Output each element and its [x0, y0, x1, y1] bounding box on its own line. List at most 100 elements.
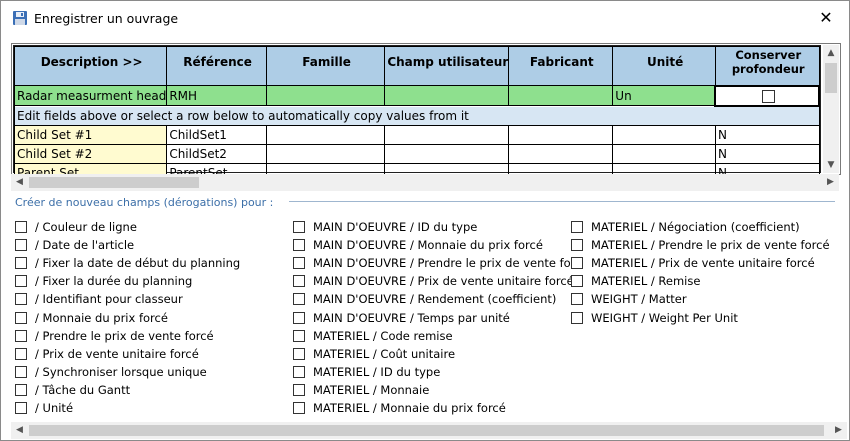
option-checkbox[interactable]: [571, 221, 583, 234]
col-header-reference[interactable]: Référence: [166, 46, 267, 86]
option-checkbox[interactable]: [571, 275, 583, 288]
option-checkbox[interactable]: [293, 383, 305, 396]
grid-vertical-scrollbar[interactable]: ▲ ▼: [823, 45, 839, 173]
option-checkbox[interactable]: [293, 293, 305, 306]
option-mat-monnaie-prix-force[interactable]: MATERIEL / Monnaie du prix forcé: [289, 399, 574, 417]
option-mo-rendement[interactable]: MAIN D'OEUVRE / Rendement (coefficient): [289, 290, 574, 308]
option-checkbox[interactable]: [571, 311, 583, 324]
option-weight-matter[interactable]: WEIGHT / Matter: [567, 290, 830, 308]
row-famille[interactable]: [265, 124, 386, 145]
row-champ[interactable]: [384, 143, 510, 164]
option-checkbox[interactable]: [293, 239, 305, 252]
option-mo-monnaie-prix-force[interactable]: MAIN D'OEUVRE / Monnaie du prix forcé: [289, 236, 574, 254]
row-unite[interactable]: [612, 124, 716, 145]
scroll-left-icon[interactable]: ◀: [11, 422, 28, 439]
option-mat-monnaie[interactable]: MATERIEL / Monnaie: [289, 381, 574, 399]
grid-hscroll-thumb[interactable]: [29, 177, 199, 188]
edit-fabricant-cell[interactable]: [508, 85, 614, 106]
option-mo-prix-vente-unitaire[interactable]: MAIN D'OEUVRE / Prix de vente unitaire f…: [289, 272, 574, 290]
conserver-checkbox[interactable]: [761, 89, 775, 103]
col-header-description[interactable]: Description >>: [13, 46, 168, 86]
row-description[interactable]: Child Set #2: [13, 143, 168, 164]
option-checkbox[interactable]: [15, 275, 27, 288]
scroll-right-icon[interactable]: ▶: [830, 422, 847, 439]
scroll-up-icon[interactable]: ▲: [823, 45, 839, 61]
row-fabricant[interactable]: [508, 124, 614, 145]
option-mat-cout-unitaire[interactable]: MATERIEL / Coût unitaire: [289, 345, 574, 363]
option-checkbox[interactable]: [293, 347, 305, 360]
option-checkbox[interactable]: [571, 257, 583, 270]
option-mat-remise[interactable]: MATERIEL / Remise: [567, 272, 830, 290]
option-checkbox[interactable]: [15, 329, 27, 342]
option-checkbox[interactable]: [15, 293, 27, 306]
options-horizontal-scrollbar[interactable]: ◀ ▶: [11, 422, 847, 439]
option-checkbox[interactable]: [293, 257, 305, 270]
option-checkbox[interactable]: [293, 401, 305, 414]
option-checkbox[interactable]: [293, 275, 305, 288]
col-header-conserver-profondeur[interactable]: Conserver profondeur: [714, 46, 820, 86]
edit-famille-cell[interactable]: [265, 85, 386, 106]
option-unite[interactable]: / Unité: [11, 399, 240, 417]
edit-champ-cell[interactable]: [384, 85, 510, 106]
row-conserver[interactable]: N: [714, 124, 820, 145]
row-fabricant[interactable]: [508, 143, 614, 164]
option-checkbox[interactable]: [293, 329, 305, 342]
row-champ[interactable]: [384, 124, 510, 145]
option-checkbox[interactable]: [15, 347, 27, 360]
row-reference[interactable]: ChildSet2: [166, 143, 267, 164]
option-checkbox[interactable]: [571, 239, 583, 252]
option-checkbox[interactable]: [15, 239, 27, 252]
option-checkbox[interactable]: [15, 311, 27, 324]
scroll-left-icon[interactable]: ◀: [11, 174, 28, 191]
option-checkbox[interactable]: [15, 257, 27, 270]
option-checkbox[interactable]: [15, 221, 27, 234]
option-checkbox[interactable]: [15, 365, 27, 378]
option-mat-id-type[interactable]: MATERIEL / ID du type: [289, 363, 574, 381]
option-fixer-duree[interactable]: / Fixer la durée du planning: [11, 272, 240, 290]
option-mo-prendre-prix-vente[interactable]: MAIN D'OEUVRE / Prendre le prix de vente…: [289, 254, 570, 272]
close-button[interactable]: ✕: [803, 1, 849, 35]
option-date-article[interactable]: / Date de l'article: [11, 236, 240, 254]
grid-horizontal-scrollbar[interactable]: ◀ ▶: [11, 174, 839, 191]
row-unite[interactable]: [612, 143, 716, 164]
edit-reference-cell[interactable]: RMH: [166, 85, 267, 106]
edit-unite-cell[interactable]: Un: [612, 85, 716, 106]
option-checkbox[interactable]: [293, 221, 305, 234]
col-header-fabricant[interactable]: Fabricant: [508, 46, 614, 86]
row-description[interactable]: Child Set #1: [13, 124, 168, 145]
col-header-champ-utilisateur[interactable]: Champ utilisateur: [384, 46, 510, 86]
option-couleur-de-ligne[interactable]: / Couleur de ligne: [11, 218, 240, 236]
table-row[interactable]: Child Set #1 ChildSet1 N: [13, 124, 820, 145]
option-prendre-prix-vente-force[interactable]: / Prendre le prix de vente forcé: [11, 327, 240, 345]
option-mat-prix-vente-unitaire[interactable]: MATERIEL / Prix de vente unitaire forcé: [567, 254, 830, 272]
option-checkbox[interactable]: [571, 293, 583, 306]
options-hscroll-thumb[interactable]: [29, 425, 824, 436]
option-checkbox[interactable]: [15, 401, 27, 414]
table-row[interactable]: Child Set #2 ChildSet2 N: [13, 143, 820, 164]
grid-vscroll-thumb[interactable]: [825, 63, 837, 93]
row-reference[interactable]: ChildSet1: [166, 124, 267, 145]
option-prix-vente-unitaire-force[interactable]: / Prix de vente unitaire forcé: [11, 345, 240, 363]
option-mat-prendre-prix-vente[interactable]: MATERIEL / Prendre le prix de vente forc…: [567, 236, 830, 254]
option-checkbox[interactable]: [293, 311, 305, 324]
option-checkbox[interactable]: [15, 383, 27, 396]
option-mo-temps-par-unite[interactable]: MAIN D'OEUVRE / Temps par unité: [289, 308, 574, 326]
scroll-down-icon[interactable]: ▼: [823, 157, 839, 173]
option-checkbox[interactable]: [293, 365, 305, 378]
scroll-right-icon[interactable]: ▶: [822, 174, 839, 191]
option-weight-per-unit[interactable]: WEIGHT / Weight Per Unit: [567, 308, 830, 326]
edit-description-cell[interactable]: Radar measurment head: [13, 85, 168, 106]
option-monnaie-prix-force[interactable]: / Monnaie du prix forcé: [11, 308, 240, 326]
col-header-unite[interactable]: Unité: [612, 46, 716, 86]
row-famille[interactable]: [265, 143, 386, 164]
option-mo-id-type[interactable]: MAIN D'OEUVRE / ID du type: [289, 218, 574, 236]
option-fixer-date-debut[interactable]: / Fixer la date de début du planning: [11, 254, 240, 272]
option-synchroniser[interactable]: / Synchroniser lorsque unique: [11, 363, 240, 381]
row-conserver[interactable]: N: [714, 143, 820, 164]
edit-conserver-cell[interactable]: [714, 84, 820, 107]
col-header-famille[interactable]: Famille: [265, 46, 386, 86]
option-identifiant-classeur[interactable]: / Identifiant pour classeur: [11, 290, 240, 308]
option-tache-gantt[interactable]: / Tâche du Gantt: [11, 381, 240, 399]
option-mat-negociation[interactable]: MATERIEL / Négociation (coefficient): [567, 218, 830, 236]
option-mat-code-remise[interactable]: MATERIEL / Code remise: [289, 327, 574, 345]
